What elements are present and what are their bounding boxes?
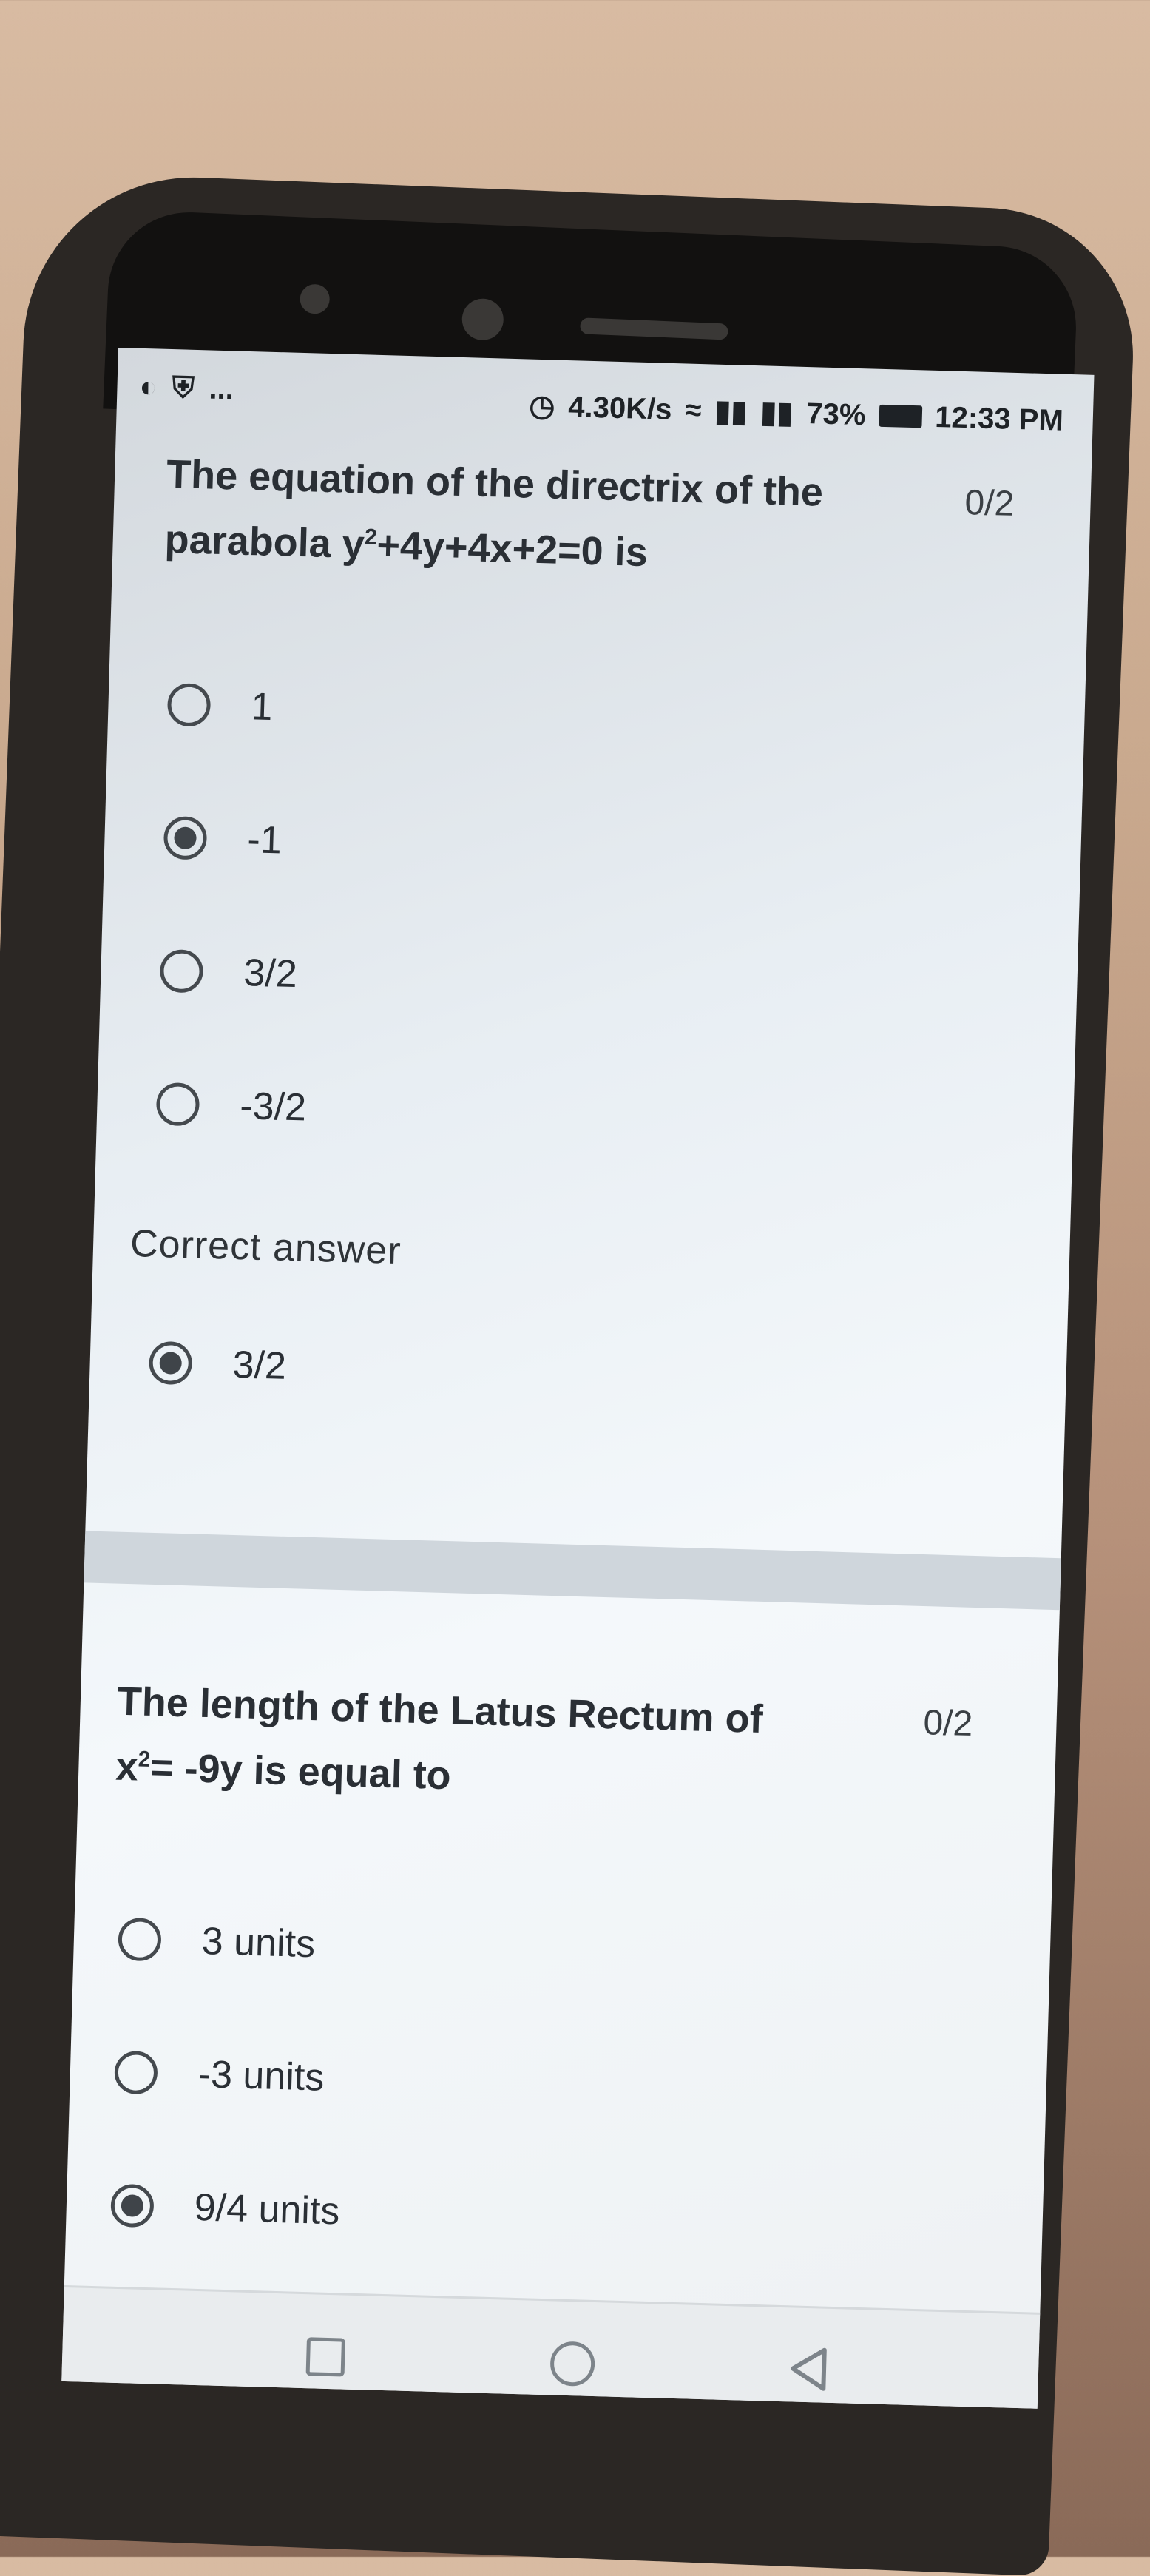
question-1-score: 0/2: [964, 483, 1015, 524]
question-1-option[interactable]: 3/2: [159, 948, 298, 997]
more-notifications: ...: [209, 372, 234, 406]
phone-screen: ◐ ⛨ ... ◷ 4.30K/s ≈ ▮▮ ▮▮ 73% 12:33 PM T…: [61, 348, 1095, 2409]
question-2-text: The length of the Latus Rectum of x2= -9…: [115, 1673, 764, 1813]
clock-icon: ◷: [528, 389, 556, 423]
section-divider: [84, 1531, 1061, 1611]
question-2-option[interactable]: -3 units: [114, 2050, 325, 2100]
question-1-text: The equation of the directrix of the par…: [164, 445, 824, 587]
radio-button[interactable]: [118, 1917, 162, 1962]
question-2-option[interactable]: 9/4 units: [110, 2183, 340, 2234]
option-label: -3/2: [239, 1085, 307, 1130]
radio-button[interactable]: [155, 1082, 200, 1127]
option-label: 1: [250, 685, 274, 729]
option-label: -3 units: [197, 2052, 325, 2100]
option-label: 9/4 units: [194, 2185, 341, 2233]
wifi-icon: ≈: [684, 393, 703, 427]
clock-time: 12:33 PM: [934, 400, 1064, 437]
option-label: 3/2: [243, 951, 298, 997]
front-camera: [461, 297, 504, 341]
proximity-sensor: [299, 283, 331, 315]
battery-icon: [878, 404, 922, 428]
correct-answer-option: 3/2: [148, 1341, 287, 1389]
chat-icon: ◐: [138, 370, 158, 404]
radio-button[interactable]: [166, 683, 212, 727]
net-speed: 4.30K/s: [567, 390, 673, 426]
recent-apps-icon[interactable]: [305, 2337, 345, 2377]
correct-answer-label: Correct answer: [129, 1221, 402, 1273]
radio-button-selected[interactable]: [110, 2183, 155, 2228]
earpiece-speaker: [580, 317, 728, 340]
correct-answer-value: 3/2: [231, 1343, 287, 1388]
radio-button-selected: [148, 1341, 193, 1386]
signal-icon: ▮▮: [714, 394, 748, 428]
shield-icon: ⛨: [172, 371, 195, 405]
back-icon[interactable]: [786, 2344, 832, 2393]
question-1-option[interactable]: -3/2: [155, 1082, 307, 1130]
radio-button[interactable]: [159, 948, 204, 994]
option-label: 3 units: [201, 1920, 316, 1966]
radio-button-selected[interactable]: [163, 815, 208, 860]
question-2-option[interactable]: 3 units: [118, 1917, 316, 1966]
question-2-score: 0/2: [922, 1703, 973, 1744]
question-1-option[interactable]: 1: [166, 682, 274, 729]
question-1-option[interactable]: -1: [163, 815, 283, 863]
home-icon[interactable]: [549, 2341, 595, 2387]
battery-percent: 73%: [805, 397, 867, 431]
option-label: -1: [246, 818, 283, 863]
radio-button[interactable]: [114, 2050, 158, 2095]
signal-icon: ▮▮: [760, 396, 794, 430]
